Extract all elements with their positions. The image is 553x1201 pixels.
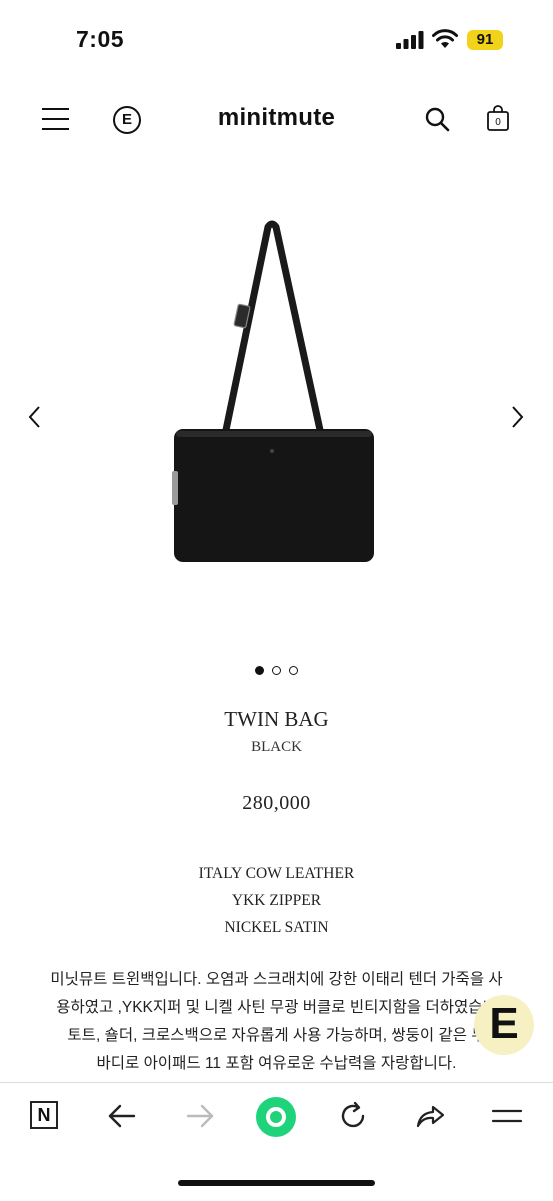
description-line: 바디로 아이패드 11 포함 여유로운 수납력을 자랑합니다.: [96, 1055, 457, 1072]
spec-line: ITALY COW LEATHER: [198, 865, 355, 882]
spec-line: NICKEL SATIN: [224, 919, 329, 936]
spec-line: YKK ZIPPER: [231, 892, 322, 909]
search-icon[interactable]: [424, 106, 450, 132]
product-title: TWIN BAG: [224, 707, 329, 731]
cellular-signal-icon: [396, 31, 424, 49]
shopping-bag-icon[interactable]: 0: [486, 105, 510, 131]
carousel-dot-active[interactable]: [255, 666, 264, 675]
description-line: 미닛뮤트 트윈백입니다. 오염과 스크래치에 강한 이태리 텐더 가죽을 사: [50, 971, 503, 988]
refresh-icon[interactable]: [336, 1099, 370, 1133]
carousel-dot[interactable]: [272, 666, 281, 675]
home-indicator[interactable]: [178, 1180, 375, 1186]
forward-arrow-icon[interactable]: [183, 1099, 217, 1133]
back-arrow-icon[interactable]: [105, 1099, 139, 1133]
share-icon[interactable]: [413, 1099, 447, 1133]
product-price: 280,000: [242, 792, 311, 814]
carousel-indicator: [255, 666, 305, 678]
n-icon[interactable]: N: [30, 1101, 58, 1129]
wifi-icon: [432, 29, 458, 48]
chevron-right-icon[interactable]: [506, 402, 528, 432]
status-time: 7:05: [76, 26, 125, 52]
description-line: 용하였고 ,YKK지퍼 및 니켈 사틴 무광 버클로 빈티지함을 더하였습니: [56, 999, 497, 1016]
home-green-icon[interactable]: [255, 1096, 297, 1138]
carousel-dot[interactable]: [289, 666, 298, 675]
description-line: 토트, 숄더, 크로스백으로 자유롭게 사용 가능하며, 쌍둥이 같은 두: [67, 1027, 486, 1044]
chevron-left-icon[interactable]: [24, 402, 46, 432]
floating-e-button[interactable]: E: [474, 995, 534, 1055]
menu-lines-icon[interactable]: [490, 1099, 524, 1133]
battery-indicator: 91: [467, 30, 503, 50]
cart-count: 0: [495, 117, 501, 128]
brand-logo[interactable]: minitmute: [0, 104, 553, 132]
product-color: BLACK: [251, 739, 302, 755]
product-image[interactable]: [160, 215, 390, 570]
